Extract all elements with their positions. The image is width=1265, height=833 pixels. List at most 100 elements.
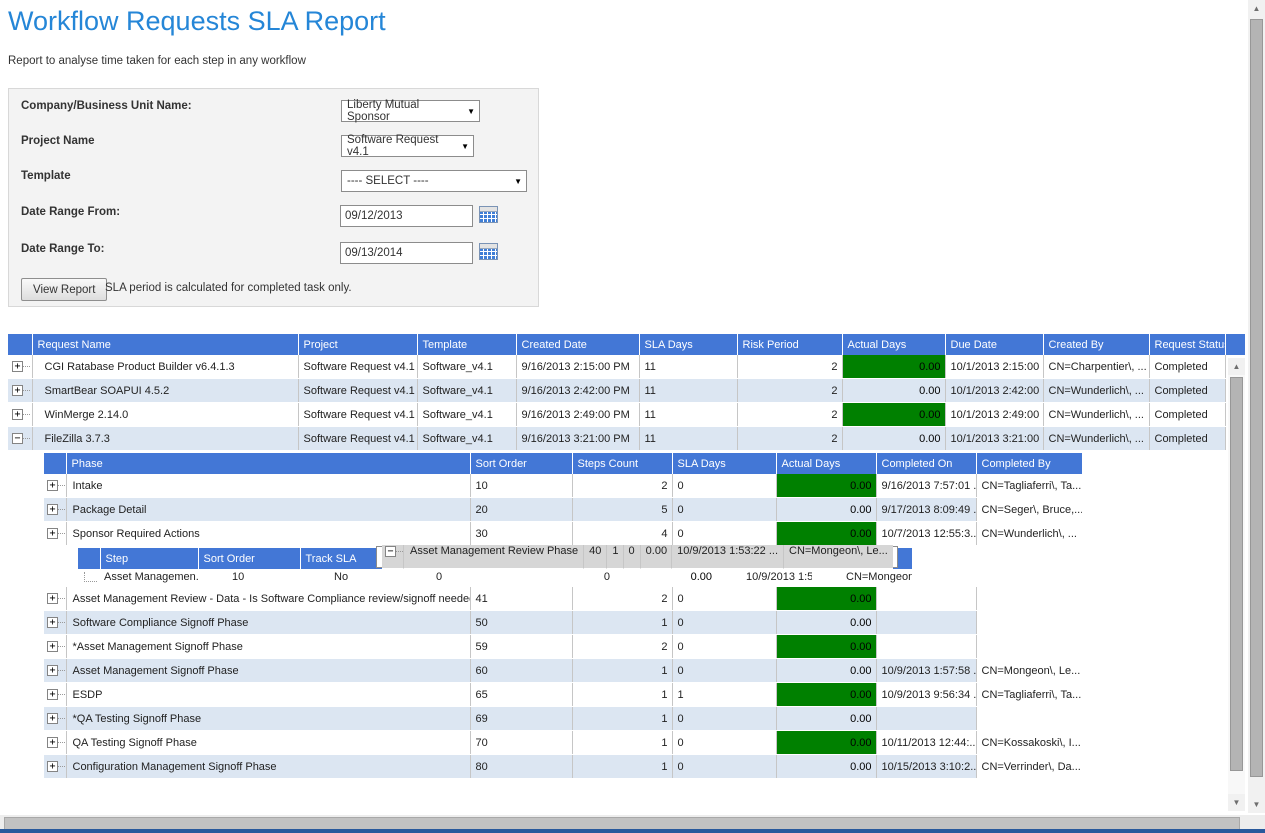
steps-count-cell: 2 <box>572 635 672 659</box>
phase-rows: + Intake 10 2 0 0.00 9/16/2013 7:57:01 .… <box>44 474 1082 779</box>
phase-row[interactable]: + QA Testing Signoff Phase 70 1 0 0.00 1… <box>44 731 1082 755</box>
steps-count-cell: 1 <box>572 707 672 731</box>
column-header: Phase <box>66 453 470 474</box>
phase-row[interactable]: + ESDP 65 1 1 0.00 10/9/2013 9:56:34 ...… <box>44 683 1082 707</box>
expand-toggle-icon[interactable]: + <box>47 593 58 604</box>
phase-row[interactable]: + Intake 10 2 0 0.00 9/16/2013 7:57:01 .… <box>44 474 1082 498</box>
expand-toggle-icon[interactable]: + <box>47 480 58 491</box>
actual-days-kpi-cell: 0.00 <box>842 355 945 379</box>
expand-toggle-icon[interactable]: + <box>47 504 58 515</box>
column-header: SLA Days <box>672 453 776 474</box>
column-header: Actual Days <box>776 453 876 474</box>
expander-column-header <box>44 453 66 474</box>
step-row[interactable]: Asset Managemen... 10 No 0 0 0.00 10/9/2… <box>78 569 912 585</box>
completed-by-cell <box>976 707 1082 731</box>
sla-days-cell: 0 <box>672 522 776 546</box>
column-header: Sort Order <box>198 548 300 569</box>
actual-days-kpi-cell: 0.00 <box>776 683 876 707</box>
chevron-down-icon: ▼ <box>467 107 475 116</box>
scroll-up-icon[interactable]: ▲ <box>1228 358 1245 375</box>
completed-by-cell: CN=Seger\, Bruce,... <box>976 498 1082 522</box>
column-header: Completed On <box>876 453 976 474</box>
expand-toggle-icon[interactable]: + <box>47 665 58 676</box>
phase-row[interactable]: + Software Compliance Signoff Phase 50 1… <box>44 611 1082 635</box>
sla-note: SLA period is calculated for completed t… <box>105 282 352 294</box>
completed-on-cell: 10/11/2013 12:44:... <box>876 731 976 755</box>
sort-order-cell: 10 <box>198 569 300 585</box>
tree-connector <box>58 718 65 719</box>
request-rows: + CGI Ratabase Product Builder v6.4.1.3 … <box>8 355 1245 451</box>
expand-toggle-icon[interactable]: − <box>385 546 396 557</box>
scroll-up-icon[interactable]: ▲ <box>1248 0 1265 17</box>
project-cell: Software Request v4.1 <box>298 403 417 427</box>
company-select[interactable]: Liberty Mutual Sponsor ▼ <box>341 100 480 122</box>
phase-name-cell: ESDP <box>66 683 470 707</box>
expand-toggle-icon[interactable]: + <box>47 528 58 539</box>
request-row[interactable]: + SmartBear SOAPUI 4.5.2 Software Reques… <box>8 379 1245 403</box>
expand-toggle-icon[interactable]: + <box>12 385 23 396</box>
scroll-down-icon[interactable]: ▼ <box>1248 796 1265 813</box>
expand-toggle-icon[interactable]: + <box>47 641 58 652</box>
sla-days-cell: 0 <box>672 635 776 659</box>
tree-connector <box>58 670 65 671</box>
calendar-icon[interactable] <box>479 243 498 260</box>
completed-on-cell: 10/15/2013 3:10:2... <box>876 755 976 779</box>
date-to-input[interactable] <box>340 242 473 264</box>
request-row[interactable]: + WinMerge 2.14.0 Software Request v4.1 … <box>8 403 1245 427</box>
expand-toggle-icon[interactable]: + <box>47 761 58 772</box>
column-header: Steps Count <box>572 453 672 474</box>
request-row[interactable]: − FileZilla 3.7.3 Software Request v4.1 … <box>8 427 1245 451</box>
phase-row[interactable]: − Asset Management Review Phase 40 1 0 0… <box>376 546 898 568</box>
request-row[interactable]: + CGI Ratabase Product Builder v6.4.1.3 … <box>8 355 1245 379</box>
request-name-cell: FileZilla 3.7.3 <box>32 427 298 451</box>
page-vertical-scrollbar[interactable]: ▲ ▼ <box>1248 0 1265 813</box>
risk-period-cell: 2 <box>737 427 842 451</box>
view-report-button[interactable]: View Report <box>21 278 107 301</box>
phase-row[interactable]: + Sponsor Required Actions 30 4 0 0.00 1… <box>44 522 1082 546</box>
phase-row[interactable]: + Configuration Management Signoff Phase… <box>44 755 1082 779</box>
expand-toggle-icon[interactable]: + <box>12 409 23 420</box>
phase-row[interactable]: + *Asset Management Signoff Phase 59 2 0… <box>44 635 1082 659</box>
project-select[interactable]: Software Request v4.1 ▼ <box>341 135 474 157</box>
expand-toggle-icon[interactable]: + <box>47 713 58 724</box>
phase-row[interactable]: + Asset Management Signoff Phase 60 1 0 … <box>44 659 1082 683</box>
sla-days-cell: 1 <box>672 683 776 707</box>
sort-order-cell: 65 <box>470 683 572 707</box>
phase-name-cell: Software Compliance Signoff Phase <box>66 611 470 635</box>
expand-toggle-icon[interactable]: + <box>12 361 23 372</box>
actual-days-kpi-cell: 0.00 <box>776 659 876 683</box>
expand-toggle-icon[interactable]: + <box>47 689 58 700</box>
completed-by-cell: CN=Verrinder\, Da... <box>976 755 1082 779</box>
actual-days-kpi-cell: 0.00 <box>776 498 876 522</box>
completed-by-cell: CN=Wunderlich\, ... <box>976 522 1082 546</box>
expand-toggle-icon[interactable]: + <box>47 737 58 748</box>
expander-column-header <box>78 548 100 569</box>
phase-name-cell: Asset Management Review - Data - Is Soft… <box>66 587 470 611</box>
page-scrollbar-thumb[interactable] <box>1250 19 1263 777</box>
column-header: Sort Order <box>470 453 572 474</box>
expand-toggle-icon[interactable]: − <box>12 433 23 444</box>
phase-name-cell: Configuration Management Signoff Phase <box>66 755 470 779</box>
calendar-icon[interactable] <box>479 206 498 223</box>
scroll-down-icon[interactable]: ▼ <box>1228 794 1245 811</box>
steps-count-cell: 1 <box>572 611 672 635</box>
table-scrollbar-thumb[interactable] <box>1230 377 1243 771</box>
sla-days-cell: 11 <box>639 355 737 379</box>
date-from-input[interactable] <box>340 205 473 227</box>
template-select[interactable]: ---- SELECT ---- ▼ <box>341 170 527 192</box>
sla-days-cell: 0 <box>624 545 641 569</box>
due-date-cell: 10/1/2013 2:49:00 ... <box>945 403 1043 427</box>
step-name-cell: Asset Managemen... <box>100 569 198 585</box>
completed-on-cell <box>876 707 976 731</box>
request-name-cell: WinMerge 2.14.0 <box>32 403 298 427</box>
completed-by-cell: CN=Mongeon\, Le... <box>812 569 912 585</box>
table-vertical-scrollbar[interactable]: ▲ ▼ <box>1228 358 1245 811</box>
expand-toggle-icon[interactable]: + <box>47 617 58 628</box>
steps-count-cell: 1 <box>572 659 672 683</box>
request-status-cell: Completed <box>1149 379 1225 403</box>
sort-order-cell: 60 <box>470 659 572 683</box>
column-header: Created Date <box>516 334 639 355</box>
phase-row[interactable]: + Asset Management Review - Data - Is So… <box>44 587 1082 611</box>
phase-row[interactable]: + Package Detail 20 5 0 0.00 9/17/2013 8… <box>44 498 1082 522</box>
phase-row[interactable]: + *QA Testing Signoff Phase 69 1 0 0.00 <box>44 707 1082 731</box>
